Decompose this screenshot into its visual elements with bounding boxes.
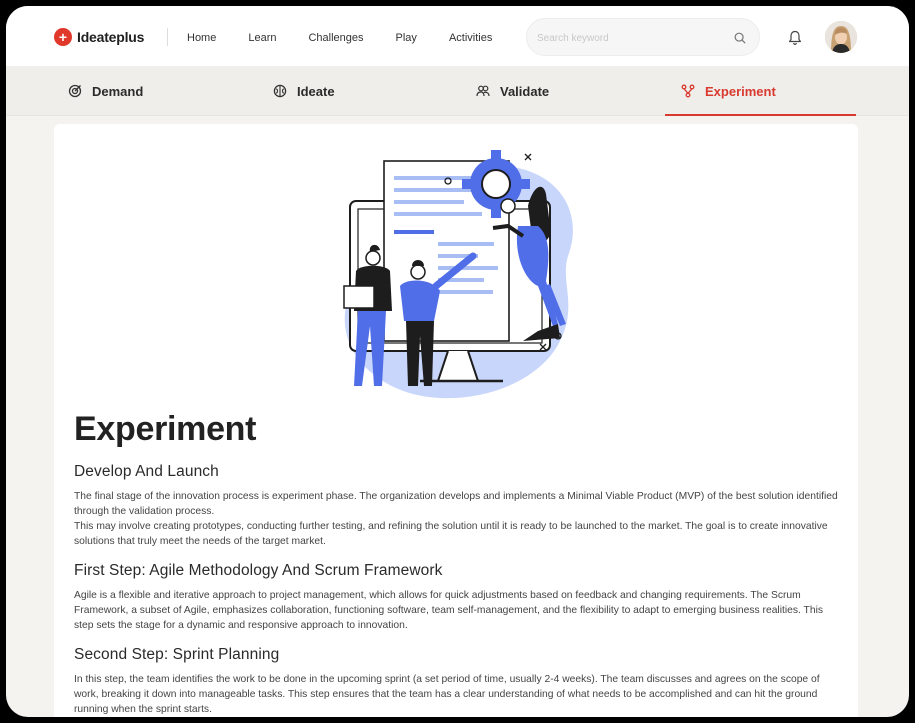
app-window: + Ideateplus Home Learn Challenges Play … xyxy=(6,6,909,717)
search-input[interactable] xyxy=(537,29,727,47)
section-agile-scrum: First Step: Agile Methodology And Scrum … xyxy=(74,562,844,633)
brand-name: Ideateplus xyxy=(77,29,145,45)
section-paragraph: Agile is a flexible and iterative approa… xyxy=(74,590,824,631)
section-sprint-planning: Second Step: Sprint Planning In this ste… xyxy=(74,646,844,717)
active-tab-indicator xyxy=(665,114,856,116)
search-icon[interactable] xyxy=(733,31,747,45)
page-title: Experiment xyxy=(74,410,257,448)
section-paragraph: This may involve creating prototypes, co… xyxy=(74,521,828,547)
experiment-illustration xyxy=(343,150,573,399)
tab-label: Validate xyxy=(500,83,550,99)
avatar-image xyxy=(825,21,857,53)
section-paragraph: In this step, the team identifies the wo… xyxy=(74,674,820,715)
tab-demand[interactable]: Demand xyxy=(68,66,143,116)
tab-label: Demand xyxy=(92,83,144,99)
tab-label: Ideate xyxy=(297,83,335,99)
stage-tabs: Demand Ideate Validate Experiment xyxy=(6,66,909,116)
nav-link-play[interactable]: Play xyxy=(396,32,417,44)
search-box xyxy=(526,18,760,56)
tab-label: Experiment xyxy=(705,83,776,99)
nav-link-activities[interactable]: Activities xyxy=(449,32,492,44)
section-heading: First Step: Agile Methodology And Scrum … xyxy=(74,562,443,579)
content-card: Experiment Develop And Launch The final … xyxy=(54,124,858,717)
nav-link-home[interactable]: Home xyxy=(187,32,216,44)
nav-links: Home Learn Challenges Play Activities xyxy=(187,32,524,44)
users-icon xyxy=(476,85,490,97)
brain-icon xyxy=(273,84,287,98)
nav-link-learn[interactable]: Learn xyxy=(248,32,276,44)
bell-icon[interactable] xyxy=(788,30,802,46)
section-heading: Second Step: Sprint Planning xyxy=(74,646,280,663)
plus-logo-icon: + xyxy=(54,28,72,46)
section-heading: Develop And Launch xyxy=(74,463,219,480)
user-avatar[interactable] xyxy=(825,21,857,53)
tab-ideate[interactable]: Ideate xyxy=(273,66,335,116)
section-develop-launch: Develop And Launch The final stage of th… xyxy=(74,463,844,549)
section-paragraph: The final stage of the innovation proces… xyxy=(74,491,838,517)
tab-experiment[interactable]: Experiment xyxy=(681,66,776,116)
tab-validate[interactable]: Validate xyxy=(476,66,549,116)
nav-divider xyxy=(167,28,168,46)
brand-logo[interactable]: + Ideateplus xyxy=(54,28,144,46)
branch-icon xyxy=(681,84,695,98)
top-navbar: + Ideateplus Home Learn Challenges Play … xyxy=(6,6,909,66)
target-icon xyxy=(68,84,82,98)
nav-link-challenges[interactable]: Challenges xyxy=(308,32,363,44)
